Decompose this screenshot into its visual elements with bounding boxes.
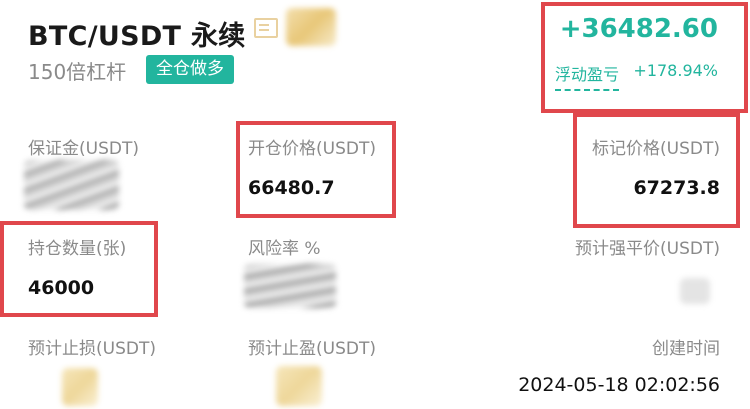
position-size-label: 持仓数量(张) xyxy=(28,239,127,259)
est-take-profit-label: 预计止盈(USDT) xyxy=(248,339,376,359)
margin-label: 保证金(USDT) xyxy=(28,139,139,159)
floating-pnl-amount: +36482.60 xyxy=(559,14,718,44)
mark-price-value: 67273.8 xyxy=(633,177,720,199)
created-time-label: 创建时间 xyxy=(652,339,720,359)
mark-price-label: 标记价格(USDT) xyxy=(592,139,720,159)
redacted-header-info xyxy=(286,8,336,46)
redacted-risk-rate-value xyxy=(244,264,336,308)
mark-price-highlight-box xyxy=(573,113,740,228)
est-liquidation-price-label: 预计强平价(USDT) xyxy=(575,239,720,259)
risk-rate-label: 风险率 % xyxy=(248,239,321,259)
page-title: BTC/USDT 永续 xyxy=(28,21,246,52)
position-size-value: 46000 xyxy=(28,277,95,299)
floating-pnl-percent: +178.94% xyxy=(633,61,718,80)
floating-pnl-label[interactable]: 浮动盈亏 xyxy=(555,61,620,91)
est-stop-loss-label: 预计止损(USDT) xyxy=(28,339,156,359)
position-mode-badge: 全仓做多 xyxy=(146,55,234,84)
entry-price-value: 66480.7 xyxy=(248,177,335,199)
redacted-take-profit-value xyxy=(276,366,322,406)
created-time-value: 2024-05-18 02:02:56 xyxy=(518,374,720,396)
document-icon[interactable] xyxy=(254,18,278,38)
leverage-label: 150倍杠杆 xyxy=(28,60,127,84)
entry-price-label: 开仓价格(USDT) xyxy=(248,139,376,159)
redacted-stop-loss-value xyxy=(62,368,98,406)
redacted-liquidation-value xyxy=(680,278,710,304)
redacted-margin-value xyxy=(24,160,119,210)
